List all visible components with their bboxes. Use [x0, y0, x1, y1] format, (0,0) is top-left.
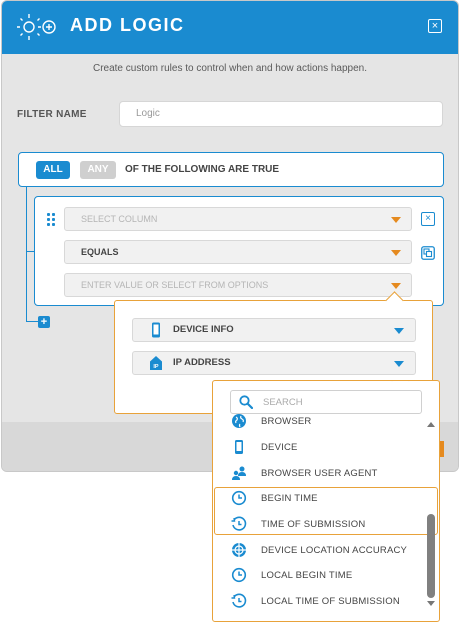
list-item-device-location-accuracy[interactable]: DEVICE LOCATION ACCURACY [213, 539, 423, 563]
list-item-label: LOCAL BEGIN TIME [261, 570, 353, 581]
tree-connector [26, 251, 34, 252]
users-icon [232, 466, 246, 480]
list-item-time-of-submission[interactable]: TIME OF SUBMISSION [213, 513, 423, 537]
list-item-label: DEVICE [261, 442, 298, 453]
ip-field-dropdown-list: SEARCH BROWSER DEVICE BROWSER USER AGENT… [212, 380, 440, 622]
clock-history-icon [231, 516, 247, 531]
any-toggle-button[interactable]: ANY [80, 161, 116, 179]
select-column-text: SELECT COLUMN [81, 214, 158, 224]
list-item-begin-time[interactable]: BEGIN TIME [213, 487, 423, 511]
list-item-label: TIME OF SUBMISSION [261, 519, 366, 530]
scroll-down-arrow-icon[interactable] [427, 601, 435, 606]
value-placeholder-text: ENTER VALUE OR SELECT FROM OPTIONS [81, 280, 269, 290]
popup-pointer [391, 381, 410, 390]
list-item-label: BROWSER USER AGENT [261, 468, 378, 479]
drag-handle-icon[interactable] [47, 213, 57, 227]
filter-name-input[interactable]: Logic [119, 101, 443, 127]
close-button[interactable]: × [428, 19, 442, 33]
operator-dropdown[interactable]: EQUALS [64, 240, 412, 264]
phone-icon [235, 440, 243, 454]
dialog-subtitle: Create custom rules to control when and … [92, 63, 368, 74]
search-placeholder: SEARCH [263, 397, 303, 408]
chevron-down-icon [394, 361, 404, 367]
tree-connector [26, 187, 27, 321]
clock-icon [231, 490, 247, 506]
chevron-down-icon [391, 250, 401, 256]
crosshair-icon [232, 543, 246, 557]
operator-text: EQUALS [81, 247, 119, 257]
list-item-local-time-of-submission[interactable]: LOCAL TIME OF SUBMISSION [213, 590, 423, 614]
clock-icon [231, 567, 247, 583]
scroll-up-arrow-icon[interactable] [427, 422, 435, 427]
ip-address-label: IP ADDRESS [173, 357, 231, 368]
chevron-down-icon [394, 328, 404, 334]
logic-gear-icon [17, 14, 56, 40]
globe-icon [232, 414, 246, 428]
dialog-header: ADD LOGIC × [2, 1, 458, 54]
remove-rule-button[interactable]: × [421, 212, 435, 226]
device-info-dropdown[interactable]: DEVICE INFO [132, 318, 416, 342]
value-dropdown[interactable]: ENTER VALUE OR SELECT FROM OPTIONS [64, 273, 412, 297]
condition-group-text: OF THE FOLLOWING ARE TRUE [125, 164, 280, 175]
scrollbar-thumb[interactable] [427, 514, 435, 598]
dialog-title: ADD LOGIC [70, 15, 185, 35]
list-item-browser[interactable]: BROWSER [213, 410, 423, 434]
condition-group-header: ALL ANY OF THE FOLLOWING ARE TRUE [18, 152, 444, 187]
search-icon [239, 395, 253, 409]
list-item-label: BEGIN TIME [261, 493, 318, 504]
clock-history-icon [231, 593, 247, 608]
phone-icon [152, 322, 160, 338]
chevron-down-icon [391, 217, 401, 223]
list-item-label: BROWSER [261, 416, 312, 427]
select-column-dropdown[interactable]: SELECT COLUMN [64, 207, 412, 231]
svg-text:IP: IP [153, 364, 159, 370]
list-item-device[interactable]: DEVICE [213, 436, 423, 460]
list-item-label: DEVICE LOCATION ACCURACY [261, 545, 408, 556]
list-item-label: LOCAL TIME OF SUBMISSION [261, 596, 400, 607]
add-rule-button[interactable]: + [38, 316, 50, 328]
filter-name-label: FILTER NAME [17, 109, 87, 120]
ip-address-dropdown[interactable]: IP IP ADDRESS [132, 351, 416, 375]
tree-connector [26, 321, 38, 322]
home-ip-icon: IP [150, 356, 162, 370]
rule-row: SELECT COLUMN EQUALS ENTER VALUE OR SELE… [34, 196, 444, 306]
device-info-label: DEVICE INFO [173, 324, 234, 335]
list-item-browser-user-agent[interactable]: BROWSER USER AGENT [213, 462, 423, 486]
duplicate-rule-icon[interactable] [421, 246, 435, 260]
footer-action-edge [440, 441, 444, 457]
chevron-down-icon [391, 283, 401, 289]
list-item-local-begin-time[interactable]: LOCAL BEGIN TIME [213, 564, 423, 588]
all-toggle-button[interactable]: ALL [36, 161, 70, 179]
